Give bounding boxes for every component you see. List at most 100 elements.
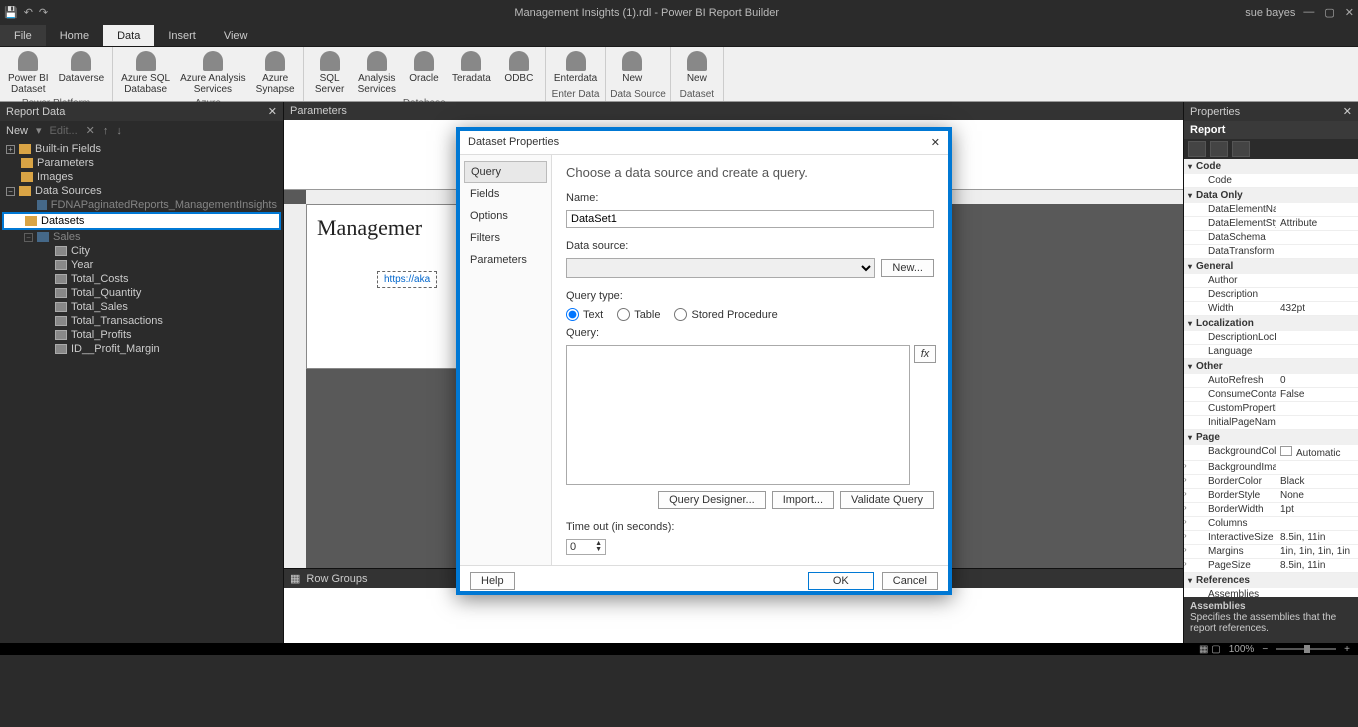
nav-fields[interactable]: Fields bbox=[460, 183, 551, 205]
tree-images[interactable]: Images bbox=[0, 170, 283, 184]
prop-dataelementnam[interactable]: DataElementNam bbox=[1184, 203, 1358, 217]
ribbon-azure-analysis[interactable]: Azure AnalysisServices bbox=[176, 49, 250, 97]
tree-total-quantity[interactable]: Total_Quantity bbox=[0, 286, 283, 300]
prop-author[interactable]: Author bbox=[1184, 274, 1358, 288]
edit-button[interactable]: Edit... bbox=[50, 125, 78, 137]
prop-columns[interactable]: ›Columns bbox=[1184, 517, 1358, 531]
tree-total-costs[interactable]: Total_Costs bbox=[0, 272, 283, 286]
cancel-button[interactable]: Cancel bbox=[882, 572, 938, 590]
undo-icon[interactable]: ↶ bbox=[24, 6, 33, 19]
nav-query[interactable]: Query bbox=[464, 161, 547, 183]
alphabetical-icon[interactable] bbox=[1210, 141, 1228, 157]
panel-close-icon[interactable]: ✕ bbox=[268, 105, 277, 118]
prop-description[interactable]: Description bbox=[1184, 288, 1358, 302]
radio-text[interactable]: Text bbox=[566, 308, 603, 321]
new-button[interactable]: New bbox=[6, 125, 28, 137]
zoom-in-icon[interactable]: + bbox=[1344, 644, 1350, 655]
prop-cat-data-only[interactable]: ▾Data Only bbox=[1184, 188, 1358, 203]
prop-cat-references[interactable]: ▾References bbox=[1184, 573, 1358, 588]
col-groups-body[interactable] bbox=[734, 588, 1184, 643]
tree-city[interactable]: City bbox=[0, 244, 283, 258]
ok-button[interactable]: OK bbox=[808, 572, 874, 590]
tab-file[interactable]: File bbox=[0, 25, 46, 46]
tree-datasets[interactable]: Datasets bbox=[2, 212, 281, 230]
prop-backgroundcolor[interactable]: BackgroundColorAutomatic bbox=[1184, 445, 1358, 461]
help-button[interactable]: Help bbox=[470, 572, 515, 590]
ribbon-sql[interactable]: SQLServer bbox=[308, 49, 352, 97]
prop-cat-page[interactable]: ▾Page bbox=[1184, 430, 1358, 445]
ribbon-azure-sql[interactable]: Azure SQLDatabase bbox=[117, 49, 174, 97]
prop-cat-other[interactable]: ▾Other bbox=[1184, 359, 1358, 374]
prop-assemblies[interactable]: Assemblies bbox=[1184, 588, 1358, 597]
prop-descriptionlocid[interactable]: DescriptionLocID bbox=[1184, 331, 1358, 345]
prop-dataelementstyle[interactable]: DataElementStyleAttribute bbox=[1184, 217, 1358, 231]
nav-options[interactable]: Options bbox=[460, 205, 551, 227]
tree-data-sources[interactable]: −Data Sources bbox=[0, 184, 283, 198]
ribbon-odbc[interactable]: ODBC bbox=[497, 49, 541, 97]
report-link[interactable]: https://aka bbox=[377, 271, 437, 288]
close-icon[interactable]: ✕ bbox=[1345, 6, 1354, 19]
nav-filters[interactable]: Filters bbox=[460, 227, 551, 249]
prop-cat-general[interactable]: ▾General bbox=[1184, 259, 1358, 274]
tree-built-in-fields[interactable]: +Built-in Fields bbox=[0, 142, 283, 156]
row-groups-body[interactable] bbox=[284, 588, 734, 643]
tree-parameters[interactable]: Parameters bbox=[0, 156, 283, 170]
timeout-spinner[interactable]: 0 ▲▼ bbox=[566, 539, 606, 555]
ribbon-enterdata[interactable]: Enterdata bbox=[550, 49, 601, 88]
ribbon-new[interactable]: New bbox=[675, 49, 719, 88]
tree-total-transactions[interactable]: Total_Transactions bbox=[0, 314, 283, 328]
prop-language[interactable]: Language bbox=[1184, 345, 1358, 359]
ribbon-analysis[interactable]: AnalysisServices bbox=[354, 49, 400, 97]
prop-borderstyle[interactable]: ›BorderStyleNone bbox=[1184, 489, 1358, 503]
tree-total-profits[interactable]: Total_Profits bbox=[0, 328, 283, 342]
prop-autorefresh[interactable]: AutoRefresh0 bbox=[1184, 374, 1358, 388]
properties-close-icon[interactable]: ✕ bbox=[1343, 105, 1352, 118]
ribbon-teradata[interactable]: Teradata bbox=[448, 49, 495, 97]
tree-year[interactable]: Year bbox=[0, 258, 283, 272]
prop-width[interactable]: Width432pt bbox=[1184, 302, 1358, 316]
tree-sales[interactable]: −Sales bbox=[0, 230, 283, 244]
ribbon-oracle[interactable]: Oracle bbox=[402, 49, 446, 97]
ribbon-dataverse[interactable]: Dataverse bbox=[55, 49, 109, 97]
query-textarea[interactable] bbox=[566, 345, 910, 485]
prop-cat-localization[interactable]: ▾Localization bbox=[1184, 316, 1358, 331]
properties-object[interactable]: Report bbox=[1184, 121, 1358, 139]
query-designer-button[interactable]: Query Designer... bbox=[658, 491, 766, 509]
minimize-icon[interactable]: — bbox=[1303, 6, 1314, 19]
dialog-close-icon[interactable]: ✕ bbox=[931, 136, 940, 149]
ribbon-power-bi[interactable]: Power BIDataset bbox=[4, 49, 53, 97]
tree-total-sales[interactable]: Total_Sales bbox=[0, 300, 283, 314]
prop-bordercolor[interactable]: ›BorderColorBlack bbox=[1184, 475, 1358, 489]
import-button[interactable]: Import... bbox=[772, 491, 834, 509]
zoom-out-icon[interactable]: − bbox=[1262, 644, 1268, 655]
prop-dataschema[interactable]: DataSchema bbox=[1184, 231, 1358, 245]
view-icons[interactable]: ▦ ▢ bbox=[1199, 644, 1221, 655]
tree-id-profit-margin[interactable]: ID__Profit_Margin bbox=[0, 342, 283, 356]
up-icon[interactable]: ↑ bbox=[103, 125, 109, 137]
radio-sp[interactable]: Stored Procedure bbox=[674, 308, 777, 321]
save-icon[interactable]: 💾 bbox=[4, 6, 18, 19]
name-input[interactable] bbox=[566, 210, 934, 228]
tab-data[interactable]: Data bbox=[103, 25, 154, 46]
prop-backgroundimage[interactable]: ›BackgroundImage bbox=[1184, 461, 1358, 475]
zoom-slider[interactable] bbox=[1276, 648, 1336, 650]
prop-cat-code[interactable]: ▾Code bbox=[1184, 159, 1358, 174]
tab-insert[interactable]: Insert bbox=[154, 25, 210, 46]
prop-margins[interactable]: ›Margins1in, 1in, 1in, 1in bbox=[1184, 545, 1358, 559]
prop-borderwidth[interactable]: ›BorderWidth1pt bbox=[1184, 503, 1358, 517]
categorized-icon[interactable] bbox=[1188, 141, 1206, 157]
nav-parameters[interactable]: Parameters bbox=[460, 249, 551, 271]
prop-code[interactable]: Code bbox=[1184, 174, 1358, 188]
prop-interactivesize[interactable]: ›InteractiveSize8.5in, 11in bbox=[1184, 531, 1358, 545]
prop-consumecontain[interactable]: ConsumeContainFalse bbox=[1184, 388, 1358, 402]
fx-button[interactable]: fx bbox=[914, 345, 936, 363]
redo-icon[interactable]: ↷ bbox=[39, 6, 48, 19]
ribbon-azure[interactable]: AzureSynapse bbox=[252, 49, 299, 97]
validate-query-button[interactable]: Validate Query bbox=[840, 491, 934, 509]
tab-home[interactable]: Home bbox=[46, 25, 103, 46]
tree-fdnapaginatedreports-managementinsights[interactable]: FDNAPaginatedReports_ManagementInsights bbox=[0, 198, 283, 212]
prop-customproperties[interactable]: CustomProperties bbox=[1184, 402, 1358, 416]
property-grid[interactable]: ▾CodeCode▾Data OnlyDataElementNamDataEle… bbox=[1184, 159, 1358, 597]
tab-view[interactable]: View bbox=[210, 25, 262, 46]
property-pages-icon[interactable] bbox=[1232, 141, 1250, 157]
